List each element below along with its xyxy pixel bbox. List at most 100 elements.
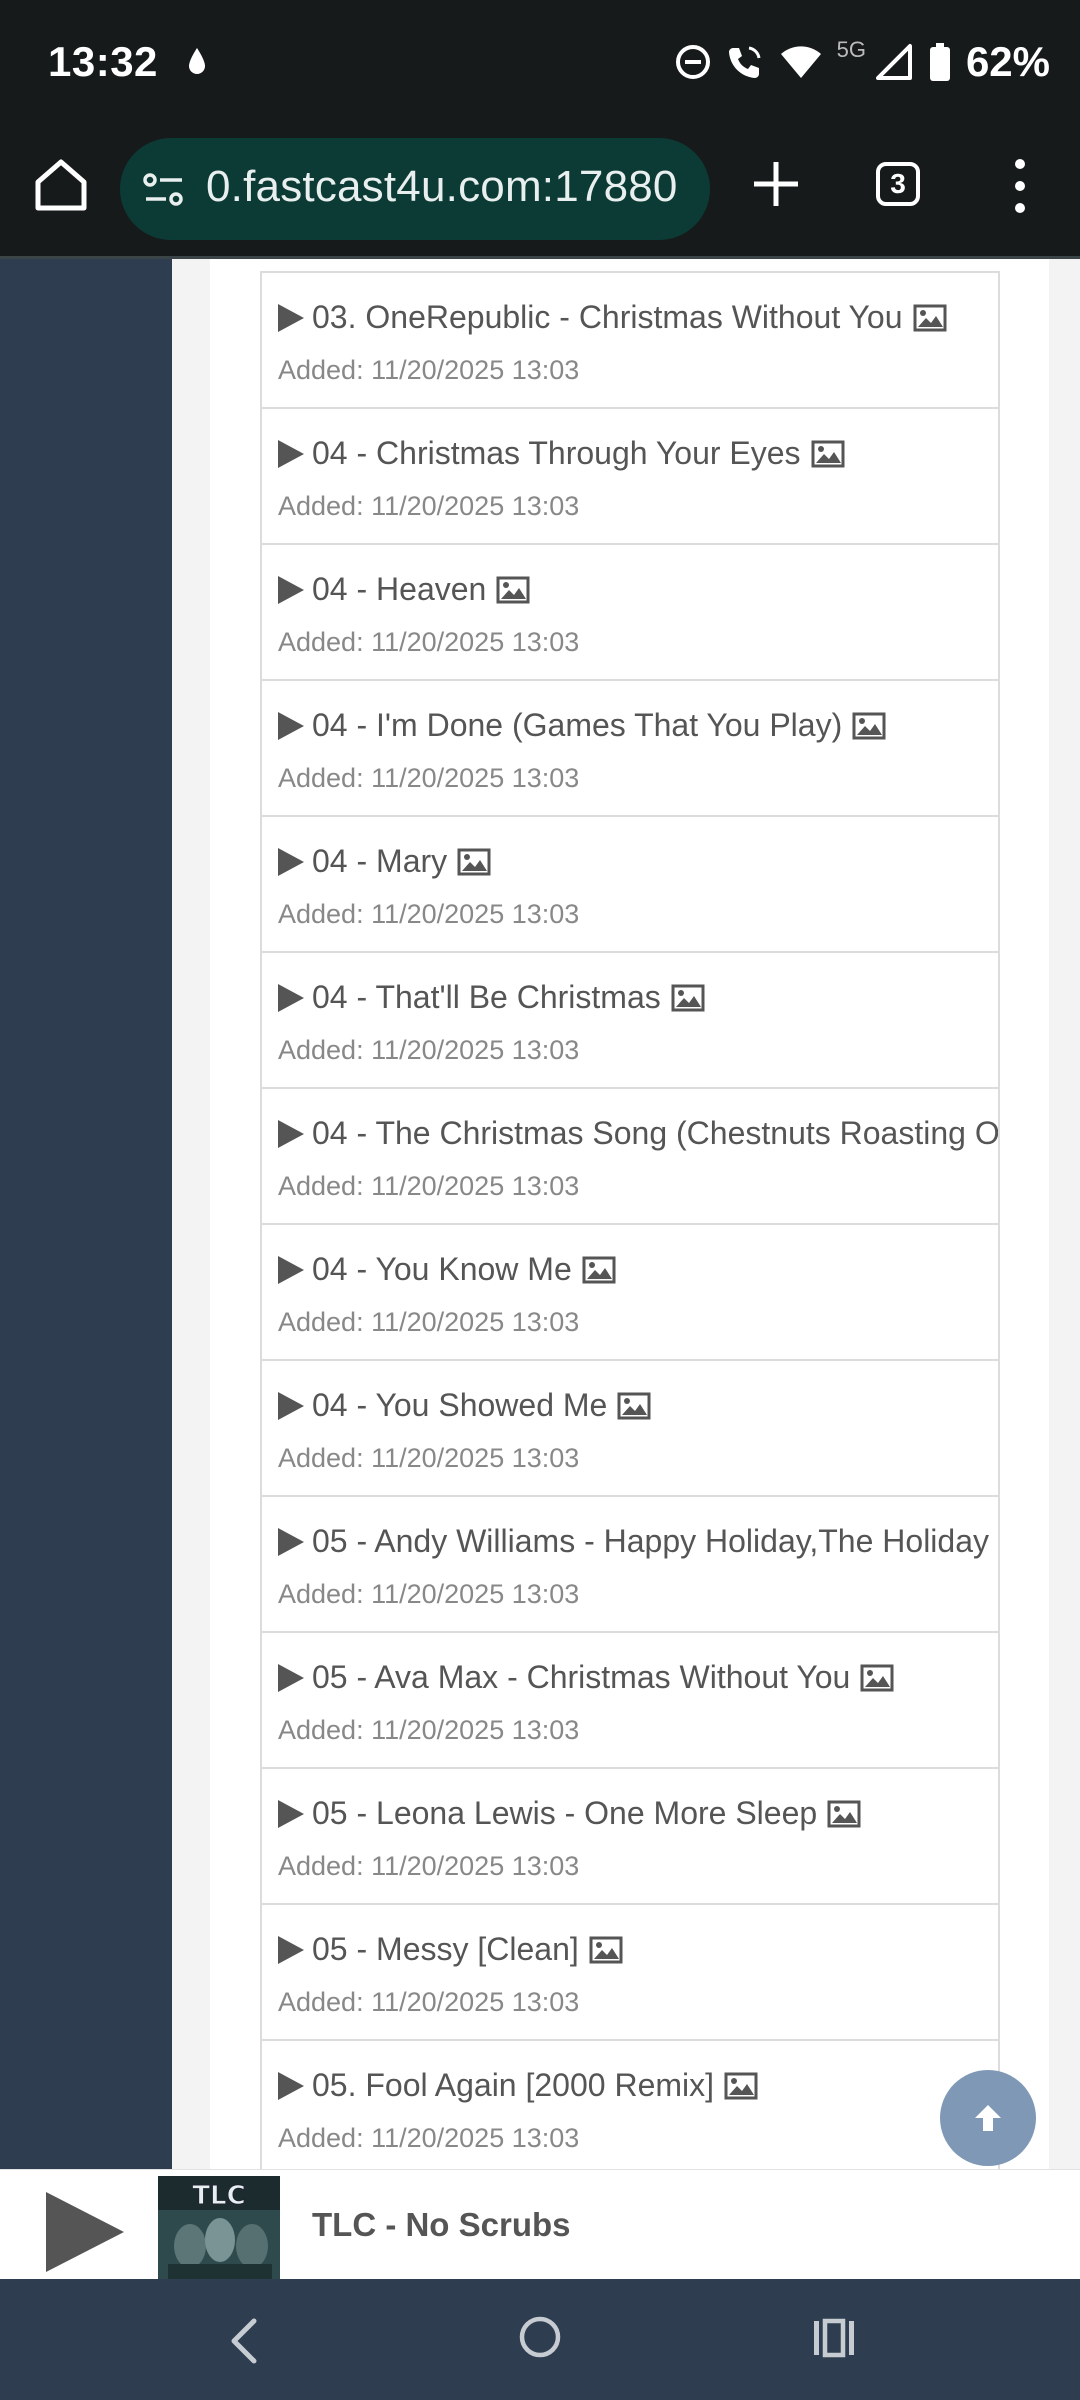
image-icon[interactable] — [457, 848, 491, 876]
url-text: 0.fastcast4u.com:17880 — [206, 162, 678, 211]
track-title[interactable]: 04 - You Showed Me — [278, 1387, 651, 1424]
image-icon[interactable] — [496, 576, 530, 604]
track-row[interactable]: 05 - Messy [Clean] Added: 11/20/2025 13:0… — [262, 1905, 998, 2041]
track-title-text: 05 - Leona Lewis - One More Sleep — [312, 1795, 818, 1831]
more-menu-icon[interactable] — [1000, 154, 1040, 218]
track-row[interactable]: 05 - Ava Max - Christmas Without You Adde… — [262, 1633, 998, 1769]
battery-level: 62% — [965, 38, 1050, 85]
recents-icon[interactable] — [812, 2317, 856, 2359]
track-title-text: 04 - I'm Done (Games That You Play) — [312, 707, 843, 743]
image-icon[interactable] — [913, 304, 947, 332]
track-added-date: Added: 11/20/2025 13:03 — [278, 1443, 580, 1473]
image-icon[interactable] — [589, 1936, 623, 1964]
scroll-to-top-button[interactable] — [940, 2070, 1036, 2166]
site-settings-icon[interactable] — [142, 172, 186, 208]
track-added-date: Added: 11/20/2025 13:03 — [278, 2123, 580, 2153]
play-track-icon[interactable] — [278, 1527, 304, 1556]
image-icon[interactable] — [827, 1800, 861, 1828]
play-track-icon[interactable] — [278, 303, 304, 332]
play-track-icon[interactable] — [278, 1391, 304, 1420]
track-title[interactable]: 05 - Leona Lewis - One More Sleep — [278, 1795, 861, 1832]
track-added-date: Added: 11/20/2025 13:03 — [278, 1715, 580, 1745]
track-added-date: Added: 11/20/2025 13:03 — [278, 763, 580, 793]
track-added-date: Added: 11/20/2025 13:03 — [278, 355, 580, 385]
play-track-icon[interactable] — [278, 2071, 304, 2100]
play-icon[interactable] — [44, 2190, 126, 2274]
track-row[interactable]: 04 - You Showed Me Added: 11/20/2025 13:0… — [262, 1361, 998, 1497]
track-title[interactable]: 04 - I'm Done (Games That You Play) — [278, 707, 886, 744]
track-title[interactable]: 05 - Ava Max - Christmas Without You — [278, 1659, 894, 1696]
play-track-icon[interactable] — [278, 1119, 304, 1148]
play-track-icon[interactable] — [278, 575, 304, 604]
album-art: TLC — [158, 2176, 280, 2280]
image-icon[interactable] — [724, 2072, 758, 2100]
track-title[interactable]: 05 - Andy Williams - Happy Holiday,The H… — [278, 1523, 998, 1560]
track-row[interactable]: 03. OneRepublic - Christmas Without You A… — [262, 273, 998, 409]
play-track-icon[interactable] — [278, 1255, 304, 1284]
image-icon[interactable] — [617, 1392, 651, 1420]
new-tab-icon[interactable] — [748, 156, 804, 212]
browser-toolbar: 0.fastcast4u.com:17880 3 — [0, 124, 1080, 259]
track-title-text: 05 - Ava Max - Christmas Without You — [312, 1659, 851, 1695]
track-title[interactable]: 04 - You Know Me — [278, 1251, 616, 1288]
back-icon[interactable] — [226, 2317, 262, 2365]
track-added-date: Added: 11/20/2025 13:03 — [278, 1987, 580, 2017]
track-row[interactable]: 04 - I'm Done (Games That You Play) Added… — [262, 681, 998, 817]
drop-notification-icon — [189, 48, 205, 74]
track-title[interactable]: 04 - Heaven — [278, 571, 530, 608]
arrow-up-icon — [975, 2105, 1001, 2131]
image-icon[interactable] — [852, 712, 886, 740]
image-icon[interactable] — [860, 1664, 894, 1692]
image-icon[interactable] — [811, 440, 845, 468]
track-title[interactable]: 04 - The Christmas Song (Chestnuts Roast… — [278, 1115, 998, 1152]
track-title-text: 03. OneRepublic - Christmas Without You — [312, 299, 903, 335]
do-not-disturb-icon — [675, 45, 710, 79]
network-type: 5G — [836, 37, 866, 62]
track-row[interactable]: 05. Fool Again [2000 Remix] Added: 11/20/… — [262, 2041, 998, 2169]
track-title-text: 05. Fool Again [2000 Remix] — [312, 2067, 715, 2103]
track-row[interactable]: 04 - Mary Added: 11/20/2025 13:03 — [262, 817, 998, 953]
track-title-text: 05 - Andy Williams - Happy Holiday,The H… — [312, 1523, 998, 1559]
play-track-icon[interactable] — [278, 847, 304, 876]
track-added-date: Added: 11/20/2025 13:03 — [278, 899, 580, 929]
track-title-text: 04 - That'll Be Christmas — [312, 979, 661, 1015]
track-title[interactable]: 04 - That'll Be Christmas — [278, 979, 705, 1016]
track-added-date: Added: 11/20/2025 13:03 — [278, 491, 580, 521]
track-row[interactable]: 04 - Heaven Added: 11/20/2025 13:03 — [262, 545, 998, 681]
play-track-icon[interactable] — [278, 1799, 304, 1828]
page-content: 03. OneRepublic - Christmas Without You A… — [172, 259, 1080, 2169]
home-icon[interactable] — [30, 154, 92, 216]
play-track-icon[interactable] — [278, 983, 304, 1012]
nav-home-icon[interactable] — [518, 2315, 562, 2359]
track-row[interactable]: 04 - You Know Me Added: 11/20/2025 13:03 — [262, 1225, 998, 1361]
track-added-date: Added: 11/20/2025 13:03 — [278, 1307, 580, 1337]
track-title-text: 05 - Messy [Clean] — [312, 1931, 579, 1967]
sidebar — [0, 259, 172, 2169]
track-title-text: 04 - Christmas Through Your Eyes — [312, 435, 801, 471]
track-row[interactable]: 04 - That'll Be Christmas Added: 11/20/20… — [262, 953, 998, 1089]
image-icon[interactable] — [582, 1256, 616, 1284]
image-icon[interactable] — [671, 984, 705, 1012]
play-track-icon[interactable] — [278, 1935, 304, 1964]
track-added-date: Added: 11/20/2025 13:03 — [278, 1035, 580, 1065]
track-title[interactable]: 03. OneRepublic - Christmas Without You — [278, 299, 947, 336]
tabs-icon[interactable]: 3 — [876, 162, 920, 206]
status-bar: 13:32 5G 62% — [0, 0, 1080, 124]
play-track-icon[interactable] — [278, 711, 304, 740]
track-row[interactable]: 05 - Leona Lewis - One More Sleep Added: … — [262, 1769, 998, 1905]
track-title[interactable]: 05. Fool Again [2000 Remix] — [278, 2067, 758, 2104]
status-time: 13:32 — [48, 38, 158, 85]
track-row[interactable]: 05 - Andy Williams - Happy Holiday,The H… — [262, 1497, 998, 1633]
track-row[interactable]: 04 - Christmas Through Your Eyes Added: 1… — [262, 409, 998, 545]
track-title-text: 04 - You Know Me — [312, 1251, 572, 1287]
play-track-icon[interactable] — [278, 1663, 304, 1692]
address-bar[interactable]: 0.fastcast4u.com:17880 — [120, 138, 710, 240]
track-list: 03. OneRepublic - Christmas Without You A… — [260, 271, 1000, 2169]
track-title[interactable]: 04 - Christmas Through Your Eyes — [278, 435, 845, 472]
track-title[interactable]: 04 - Mary — [278, 843, 491, 880]
wifi-icon — [780, 46, 821, 78]
track-row[interactable]: 04 - The Christmas Song (Chestnuts Roast… — [262, 1089, 998, 1225]
track-title[interactable]: 05 - Messy [Clean] — [278, 1931, 623, 1968]
track-title-text: 04 - You Showed Me — [312, 1387, 608, 1423]
play-track-icon[interactable] — [278, 439, 304, 468]
